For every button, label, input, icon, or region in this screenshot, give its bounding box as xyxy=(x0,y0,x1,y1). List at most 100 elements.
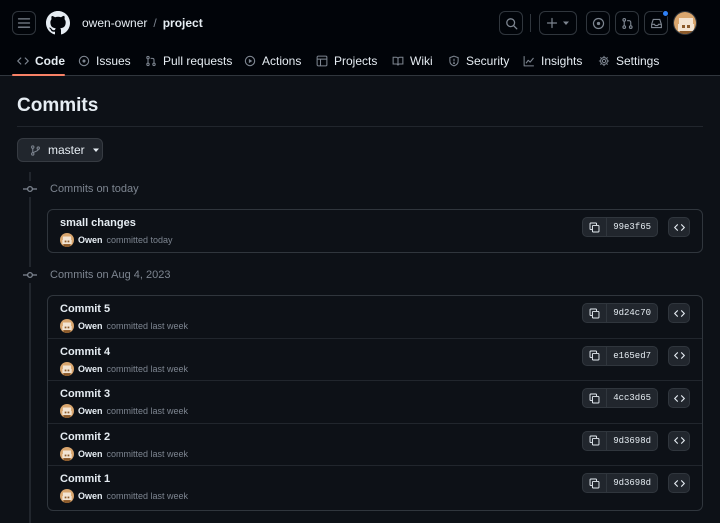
commit-time: committed today xyxy=(106,235,173,245)
branch-selector-button[interactable]: master xyxy=(17,138,103,162)
author-avatar[interactable] xyxy=(60,489,74,504)
your-issues-button[interactable] xyxy=(586,11,610,35)
breadcrumb-separator: / xyxy=(153,16,157,30)
tab-projects[interactable]: Projects xyxy=(316,46,377,76)
copy-sha-button[interactable] xyxy=(583,218,608,236)
commit-group-title: Commits on Aug 4, 2023 xyxy=(50,269,171,281)
tab-label: Actions xyxy=(262,54,302,68)
author-name-link[interactable]: Owen xyxy=(78,364,103,374)
commit-sha-link[interactable]: e165ed7 xyxy=(607,347,657,365)
breadcrumb-owner-link[interactable]: owen-owner xyxy=(82,16,147,30)
breadcrumb: owen-owner / project xyxy=(82,16,203,30)
commit-sha-link[interactable]: 9d3698d xyxy=(607,432,657,450)
your-pull-requests-button[interactable] xyxy=(615,11,639,35)
author-name-link[interactable]: Owen xyxy=(78,449,103,459)
copy-sha-button[interactable] xyxy=(583,431,608,450)
avatar-identicon-icon xyxy=(60,446,74,461)
code-icon xyxy=(673,309,685,317)
triangle-down-icon xyxy=(563,21,569,25)
browse-repo-at-commit-button[interactable] xyxy=(668,430,690,451)
tab-code[interactable]: Code xyxy=(17,46,65,76)
commit-row: Commit 5 Owen committed last week 9d24c7… xyxy=(48,296,702,339)
commit-sha-link[interactable]: 99e3f65 xyxy=(607,218,657,236)
tab-label: Code xyxy=(35,54,65,68)
tab-issues[interactable]: Issues xyxy=(78,46,131,76)
timeline-line xyxy=(29,172,31,523)
author-avatar[interactable] xyxy=(60,361,74,376)
user-avatar[interactable] xyxy=(673,11,697,35)
author-name-link[interactable]: Owen xyxy=(78,235,103,245)
selected-tab-indicator xyxy=(12,74,65,76)
tab-insights[interactable]: Insights xyxy=(523,46,582,76)
author-avatar[interactable] xyxy=(60,233,74,247)
sha-button-group: 9d3698d xyxy=(582,430,658,451)
tab-wiki[interactable]: Wiki xyxy=(392,46,433,76)
avatar-identicon-icon xyxy=(60,489,74,504)
commit-row: Commit 1 Owen committed last week 9d3698… xyxy=(48,466,702,509)
commit-message-link[interactable]: Commit 3 xyxy=(60,388,110,400)
branch-name: master xyxy=(48,143,85,157)
create-new-button[interactable] xyxy=(539,11,577,35)
code-icon xyxy=(673,480,685,487)
book-icon xyxy=(392,56,404,66)
app-header: owen-owner / project Code Issues Pull re… xyxy=(0,0,720,76)
commit-message-link[interactable]: Commit 5 xyxy=(60,303,110,315)
graph-icon xyxy=(523,56,534,67)
copy-icon xyxy=(589,478,600,489)
copy-sha-button[interactable] xyxy=(583,474,608,493)
code-icon xyxy=(673,352,685,359)
shield-icon xyxy=(449,55,459,67)
copy-sha-button[interactable] xyxy=(583,389,608,408)
avatar-identicon-icon xyxy=(674,12,696,34)
author-avatar[interactable] xyxy=(60,446,74,461)
copy-sha-button[interactable] xyxy=(583,346,608,365)
plus-icon xyxy=(546,17,558,29)
browse-repo-at-commit-button[interactable] xyxy=(668,303,690,323)
commit-sha-link[interactable]: 9d3698d xyxy=(607,474,657,492)
gear-icon xyxy=(598,55,610,67)
copy-sha-button[interactable] xyxy=(583,304,608,322)
page-title: Commits xyxy=(17,95,99,116)
hamburger-icon xyxy=(17,18,31,28)
author-name-link[interactable]: Owen xyxy=(78,406,103,416)
browse-repo-at-commit-button[interactable] xyxy=(668,345,690,366)
title-divider xyxy=(17,126,703,127)
commit-row: Commit 3 Owen committed last week 4cc3d6… xyxy=(48,381,702,424)
tab-label: Pull requests xyxy=(163,54,233,68)
hamburger-menu-button[interactable] xyxy=(12,11,36,35)
commit-message-link[interactable]: Commit 1 xyxy=(60,473,110,485)
commit-row: Commit 4 Owen committed last week e165ed… xyxy=(48,339,702,382)
commit-sha-link[interactable]: 4cc3d65 xyxy=(607,389,657,407)
commit-message-link[interactable]: small changes xyxy=(60,217,136,229)
search-button[interactable] xyxy=(499,11,523,35)
author-avatar[interactable] xyxy=(60,319,74,333)
tab-settings[interactable]: Settings xyxy=(598,46,659,76)
notification-indicator xyxy=(662,10,669,17)
tab-actions[interactable]: Actions xyxy=(244,46,301,76)
copy-icon xyxy=(589,435,600,446)
sha-button-group: 9d3698d xyxy=(582,473,658,494)
commit-message-link[interactable]: Commit 4 xyxy=(60,346,110,358)
breadcrumb-repo-link[interactable]: project xyxy=(163,16,203,30)
tab-security[interactable]: Security xyxy=(448,46,509,76)
browse-repo-at-commit-button[interactable] xyxy=(668,217,690,237)
author-avatar[interactable] xyxy=(60,404,74,419)
code-icon xyxy=(673,223,685,231)
author-name-link[interactable]: Owen xyxy=(78,321,103,331)
browse-repo-at-commit-button[interactable] xyxy=(668,473,690,494)
commit-sha-link[interactable]: 9d24c70 xyxy=(607,304,657,322)
commit-group-title: Commits on today xyxy=(50,183,139,195)
commit-meta: Owen committed last week xyxy=(60,489,188,504)
avatar-identicon-icon xyxy=(60,319,74,333)
copy-icon xyxy=(589,350,600,361)
github-logo-icon[interactable] xyxy=(46,11,70,35)
browse-repo-at-commit-button[interactable] xyxy=(668,388,690,409)
author-name-link[interactable]: Owen xyxy=(78,491,103,501)
issue-opened-icon xyxy=(592,17,604,29)
commit-time: committed last week xyxy=(106,363,189,374)
tab-label: Issues xyxy=(96,54,131,68)
tab-pull-requests[interactable]: Pull requests xyxy=(145,46,232,76)
commit-list: Commit 5 Owen committed last week 9d24c7… xyxy=(47,295,703,511)
commit-message-link[interactable]: Commit 2 xyxy=(60,431,110,443)
code-icon xyxy=(673,437,685,445)
